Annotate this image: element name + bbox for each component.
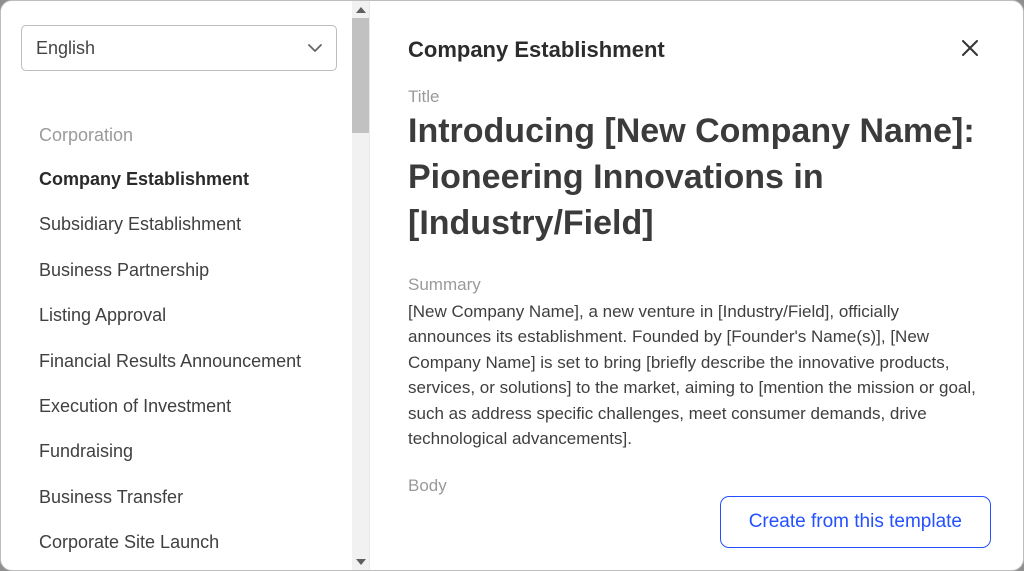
scroll-up-arrow-icon[interactable] (352, 1, 369, 18)
scroll-down-arrow-icon[interactable] (352, 553, 369, 570)
nav-item-corporate-site-launch[interactable]: Corporate Site Launch (39, 531, 339, 554)
nav-item-subsidiary-establishment[interactable]: Subsidiary Establishment (39, 213, 339, 236)
nav-item-financial-results-announcement[interactable]: Financial Results Announcement (39, 350, 339, 373)
nav-item-company-establishment[interactable]: Company Establishment (39, 168, 339, 191)
language-selected-label: English (36, 38, 95, 59)
summary-field-label: Summary (408, 275, 983, 295)
template-summary-value: [New Company Name], a new venture in [In… (408, 299, 983, 452)
title-field-label: Title (408, 87, 983, 107)
template-title-value: Introducing [New Company Name]: Pioneeri… (408, 109, 983, 247)
template-nav-list: Corporation Company Establishment Subsid… (1, 125, 369, 555)
nav-item-business-transfer[interactable]: Business Transfer (39, 486, 339, 509)
template-preview-panel: Company Establishment Title Introducing … (370, 1, 1023, 570)
nav-item-execution-of-investment[interactable]: Execution of Investment (39, 395, 339, 418)
nav-item-business-partnership[interactable]: Business Partnership (39, 259, 339, 282)
nav-category-label: Corporation (39, 125, 339, 146)
scroll-thumb[interactable] (352, 18, 369, 133)
create-from-template-button[interactable]: Create from this template (720, 496, 991, 548)
chevron-down-icon (308, 40, 322, 56)
language-select[interactable]: English (21, 25, 337, 71)
body-field-label: Body (408, 476, 983, 496)
nav-item-fundraising[interactable]: Fundraising (39, 440, 339, 463)
close-icon (961, 37, 979, 62)
nav-item-listing-approval[interactable]: Listing Approval (39, 304, 339, 327)
sidebar: English Corporation Company Establishmen… (1, 1, 370, 570)
template-heading: Company Establishment (408, 37, 665, 63)
template-selector-window: English Corporation Company Establishmen… (0, 0, 1024, 571)
sidebar-scrollbar[interactable] (352, 1, 369, 570)
close-button[interactable] (957, 35, 983, 65)
